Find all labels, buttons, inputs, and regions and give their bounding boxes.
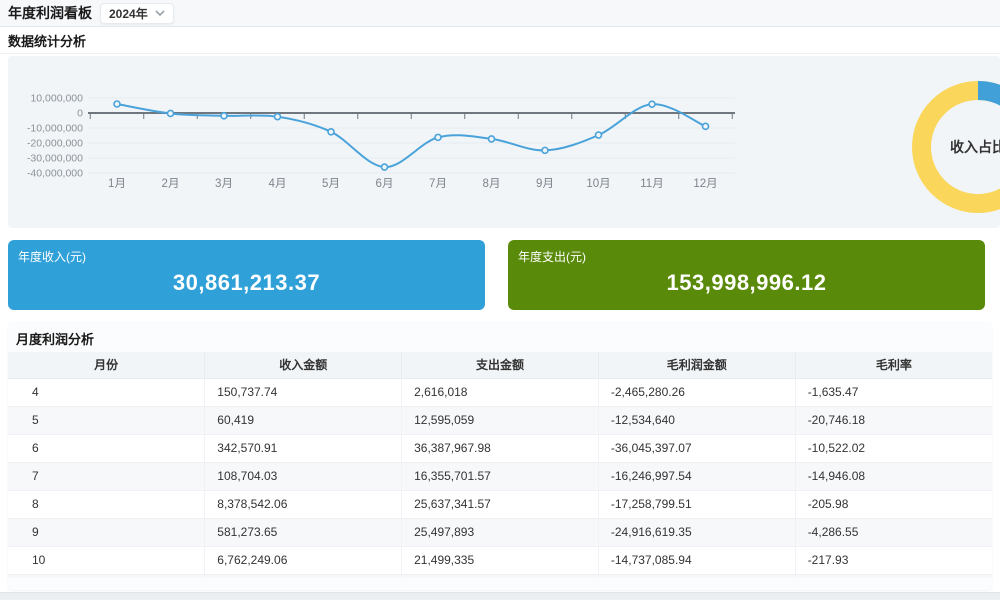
table-row: 117,907,889.784,024,0495,878,840.7875.04 <box>8 574 992 578</box>
chevron-down-icon <box>155 10 165 16</box>
svg-text:1月: 1月 <box>108 178 126 190</box>
svg-text:10,000,000: 10,000,000 <box>30 93 83 105</box>
table-cell: -205.98 <box>795 490 992 518</box>
svg-text:-20,000,000: -20,000,000 <box>27 138 83 150</box>
svg-text:10月: 10月 <box>586 178 610 190</box>
svg-text:11月: 11月 <box>640 178 663 190</box>
stats-section-title: 数据统计分析 <box>8 31 86 50</box>
table-cell: 4 <box>8 378 205 406</box>
table-cell: -217.93 <box>795 546 992 574</box>
table-cell: -2,465,280.26 <box>598 378 795 406</box>
monthly-profit-table: 月份收入金额支出金额毛利润金额毛利率 4150,737.742,616,018-… <box>8 352 992 578</box>
svg-text:-40,000,000: -40,000,000 <box>27 168 83 180</box>
table-cell: 7 <box>8 462 205 490</box>
table-cell: 8,378,542.06 <box>205 490 402 518</box>
table-cell: 150,737.74 <box>205 378 402 406</box>
annual-expense-card: 年度支出(元) 153,998,996.12 <box>508 240 985 310</box>
table-cell: 25,637,341.57 <box>402 490 599 518</box>
annual-income-value: 30,861,213.37 <box>8 270 485 296</box>
column-header: 收入金额 <box>205 352 402 378</box>
table-cell: 36,387,967.98 <box>402 434 599 462</box>
annual-income-card: 年度收入(元) 30,861,213.37 <box>8 240 485 310</box>
kpi-row: 年度收入(元) 30,861,213.37 年度支出(元) 153,998,99… <box>8 240 992 310</box>
table-row: 560,41912,595,059-12,534,640-20,746.18 <box>8 406 992 434</box>
svg-text:3月: 3月 <box>215 178 233 190</box>
table-row: 9581,273.6525,497,893-24,916,619.35-4,28… <box>8 518 992 546</box>
table-cell: 5,878,840.78 <box>598 574 795 578</box>
monthly-profit-table-viewport[interactable]: 月份收入金额支出金额毛利润金额毛利率 4150,737.742,616,018-… <box>8 352 992 578</box>
horizontal-scrollbar-track[interactable] <box>0 592 1000 600</box>
column-header: 月份 <box>8 352 205 378</box>
table-cell: -20,746.18 <box>795 406 992 434</box>
svg-text:6月: 6月 <box>376 178 394 190</box>
table-cell: 342,570.91 <box>205 434 402 462</box>
table-row: 88,378,542.0625,637,341.57-17,258,799.51… <box>8 490 992 518</box>
svg-text:9月: 9月 <box>536 178 554 190</box>
table-cell: 7,907,889.78 <box>205 574 402 578</box>
column-header: 支出金额 <box>402 352 599 378</box>
table-row: 6342,570.9136,387,967.98-36,045,397.07-1… <box>8 434 992 462</box>
column-header: 毛利率 <box>795 352 992 378</box>
table-cell: -36,045,397.07 <box>598 434 795 462</box>
table-cell: 6 <box>8 434 205 462</box>
profit-line-chart: 10,000,000 0 -10,000,000 -20,000,000 -30,000… <box>8 56 868 228</box>
table-cell: 25,497,893 <box>402 518 599 546</box>
dashboard-page: 年度利润看板 2024年 数据统计分析 10,000,000 0 -10,000,0… <box>0 0 1000 600</box>
annual-expense-label: 年度支出(元) <box>518 248 586 265</box>
table-cell: -14,737,085.94 <box>598 546 795 574</box>
chart-panel: 10,000,000 0 -10,000,000 -20,000,000 -30,000… <box>8 56 1000 228</box>
table-cell: 108,704.03 <box>205 462 402 490</box>
stats-section: 数据统计分析 <box>0 28 1000 54</box>
table-row: 106,762,249.0621,499,335-14,737,085.94-2… <box>8 546 992 574</box>
svg-text:7月: 7月 <box>429 178 447 190</box>
table-cell: -14,946.08 <box>795 462 992 490</box>
table-cell: 8 <box>8 490 205 518</box>
year-select[interactable]: 2024年 <box>100 3 174 24</box>
table-cell: 2,616,018 <box>402 378 599 406</box>
svg-text:8月: 8月 <box>483 178 501 190</box>
svg-text:-30,000,000: -30,000,000 <box>27 153 83 165</box>
table-cell: 11 <box>8 574 205 578</box>
table-cell: -16,246,997.54 <box>598 462 795 490</box>
table-cell: 10 <box>8 546 205 574</box>
income-ratio-donut: 收入占比 <box>898 67 1000 227</box>
table-cell: 5 <box>8 406 205 434</box>
page-title: 年度利润看板 <box>8 3 92 23</box>
year-select-value: 2024年 <box>109 5 148 22</box>
table-cell: -12,534,640 <box>598 406 795 434</box>
column-header: 毛利润金额 <box>598 352 795 378</box>
table-cell: 60,419 <box>205 406 402 434</box>
table-cell: -10,522.02 <box>795 434 992 462</box>
table-header-row: 月份收入金额支出金额毛利润金额毛利率 <box>8 352 992 378</box>
monthly-profit-card: 月度利润分析 月份收入金额支出金额毛利润金额毛利率 4150,737.742,6… <box>8 322 992 590</box>
svg-text:2月: 2月 <box>162 178 180 190</box>
donut-center-label: 收入占比 <box>898 67 1000 227</box>
annual-expense-value: 153,998,996.12 <box>508 270 985 296</box>
table-cell: -1,635.47 <box>795 378 992 406</box>
table-row: 7108,704.0316,355,701.57-16,246,997.54-1… <box>8 462 992 490</box>
svg-text:-10,000,000: -10,000,000 <box>27 123 83 135</box>
table-cell: -24,916,619.35 <box>598 518 795 546</box>
svg-text:0: 0 <box>77 108 83 120</box>
table-row: 4150,737.742,616,018-2,465,280.26-1,635.… <box>8 378 992 406</box>
table-cell: -4,286.55 <box>795 518 992 546</box>
svg-text:4月: 4月 <box>269 178 287 190</box>
annual-income-label: 年度收入(元) <box>18 248 86 265</box>
table-cell: -17,258,799.51 <box>598 490 795 518</box>
table-cell: 4,024,049 <box>402 574 599 578</box>
header: 年度利润看板 2024年 <box>0 0 1000 27</box>
table-cell: 6,762,249.06 <box>205 546 402 574</box>
table-cell: 75.04 <box>795 574 992 578</box>
table-cell: 16,355,701.57 <box>402 462 599 490</box>
table-cell: 21,499,335 <box>402 546 599 574</box>
table-cell: 9 <box>8 518 205 546</box>
table-cell: 12,595,059 <box>402 406 599 434</box>
table-cell: 581,273.65 <box>205 518 402 546</box>
svg-text:12月: 12月 <box>693 178 717 190</box>
monthly-profit-title: 月度利润分析 <box>8 322 992 352</box>
svg-text:5月: 5月 <box>322 178 340 190</box>
